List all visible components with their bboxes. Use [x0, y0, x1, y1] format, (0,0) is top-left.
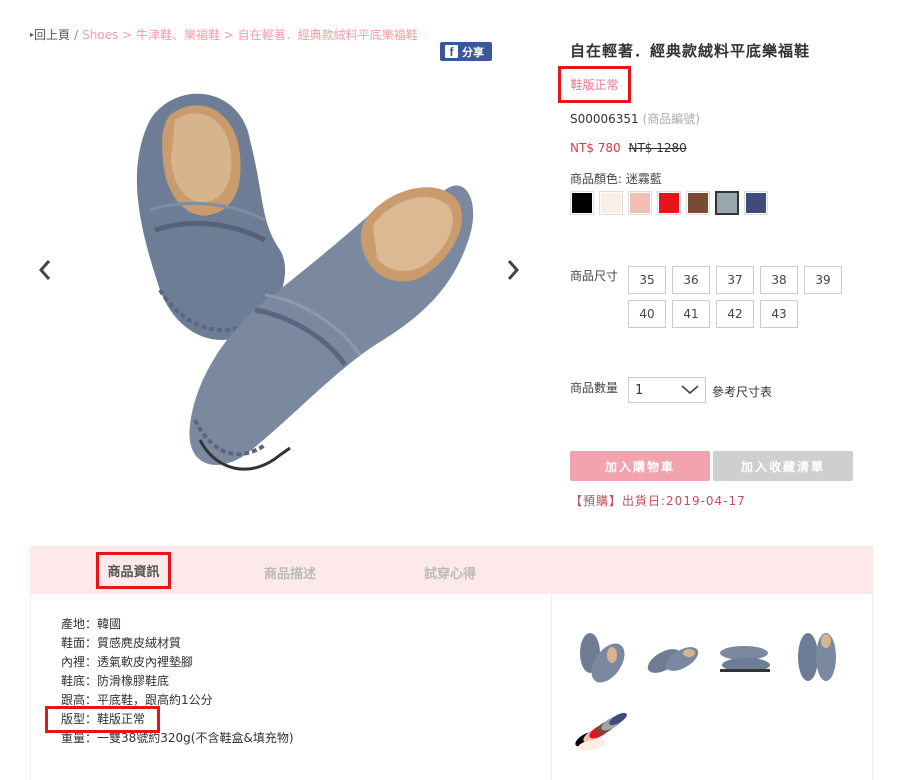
spec-item: 產地：韓國 [61, 617, 122, 631]
price: NT$ 780 NT$ 1280 [570, 141, 687, 155]
fit-note: 鞋版正常 [570, 78, 619, 92]
thumbnail[interactable] [572, 625, 630, 689]
add-to-cart-button[interactable]: 加入購物車 [570, 451, 710, 481]
chevron-right-icon[interactable] [506, 258, 520, 288]
color-label: 商品顏色: 迷霧藍 [570, 172, 662, 186]
spec-highlight [45, 706, 160, 733]
color-swatch-cream[interactable] [599, 191, 623, 215]
detail-tabs: 商品資訊 商品描述 試穿心得 [30, 546, 873, 594]
chevron-down-icon [681, 385, 699, 395]
fit-highlight: 鞋版正常 [558, 66, 631, 103]
breadcrumb: ▸回上頁 / Shoes > 牛津鞋、樂福鞋 > 自在輕著．經典款絨料平底樂福鞋 [30, 26, 418, 43]
tab-description[interactable]: 商品描述 [264, 563, 316, 582]
add-to-wishlist-button[interactable]: 加入收藏清單 [713, 451, 853, 481]
facebook-icon: f [445, 45, 458, 58]
sku-note: (商品編號) [642, 112, 700, 126]
price-now: NT$ 780 [570, 141, 621, 155]
thumbnail[interactable] [788, 625, 846, 689]
color-swatches [570, 191, 768, 215]
size-option[interactable]: 38 [760, 266, 798, 294]
thumbnail[interactable] [716, 625, 774, 689]
product-image [115, 80, 495, 490]
color-swatch-navy[interactable] [744, 191, 768, 215]
product-title: 自在輕著．經典款絨料平底樂福鞋 [570, 42, 811, 60]
color-swatch-black[interactable] [570, 191, 594, 215]
size-label: 商品尺寸 [570, 269, 619, 283]
sku-code: S00006351 [570, 112, 639, 126]
spec-item: 鞋面：質感麂皮絨材質 [61, 636, 182, 650]
spec-item: 鞋底：防滑橡膠鞋底 [61, 674, 170, 688]
product-sku: S00006351 (商品編號) [570, 110, 700, 127]
size-option[interactable]: 42 [716, 300, 754, 328]
size-option[interactable]: 41 [672, 300, 710, 328]
size-option[interactable]: 39 [804, 266, 842, 294]
size-option[interactable]: 43 [760, 300, 798, 328]
color-swatch-pink[interactable] [628, 191, 652, 215]
tab-reviews[interactable]: 試穿心得 [424, 563, 476, 582]
quantity-select[interactable]: 1 [628, 377, 706, 403]
panel-divider [551, 594, 552, 780]
spec-item: 內裡：透氣軟皮內裡墊腳 [61, 655, 194, 669]
thumbnail-gallery [572, 625, 862, 763]
size-option[interactable]: 37 [716, 266, 754, 294]
thumbnail[interactable] [572, 699, 630, 763]
color-swatch-red[interactable] [657, 191, 681, 215]
back-link[interactable]: 回上頁 [34, 28, 70, 42]
breadcrumb-path[interactable]: Shoes > 牛津鞋、樂福鞋 > 自在輕著．經典款絨料平底樂福鞋 [82, 28, 418, 42]
size-option[interactable]: 35 [628, 266, 666, 294]
price-old: NT$ 1280 [628, 141, 687, 155]
size-options: 35 36 37 38 39 40 41 42 43 [628, 266, 848, 328]
chevron-left-icon[interactable] [38, 258, 52, 288]
color-swatch-brown[interactable] [686, 191, 710, 215]
size-chart-link[interactable]: 參考尺寸表 [712, 383, 772, 400]
share-button[interactable]: f 分享 [440, 42, 492, 61]
tab-product-info[interactable]: 商品資訊 [96, 552, 171, 589]
ship-date: 【預購】出貨日:2019-04-17 [570, 494, 746, 508]
size-option[interactable]: 36 [672, 266, 710, 294]
thumbnail[interactable] [644, 625, 702, 689]
breadcrumb-separator: / [74, 28, 79, 42]
color-swatch-misty-blue[interactable] [715, 191, 739, 215]
share-label: 分享 [462, 45, 484, 59]
quantity-value: 1 [635, 382, 644, 398]
size-option[interactable]: 40 [628, 300, 666, 328]
qty-label: 商品數量 [570, 381, 619, 395]
